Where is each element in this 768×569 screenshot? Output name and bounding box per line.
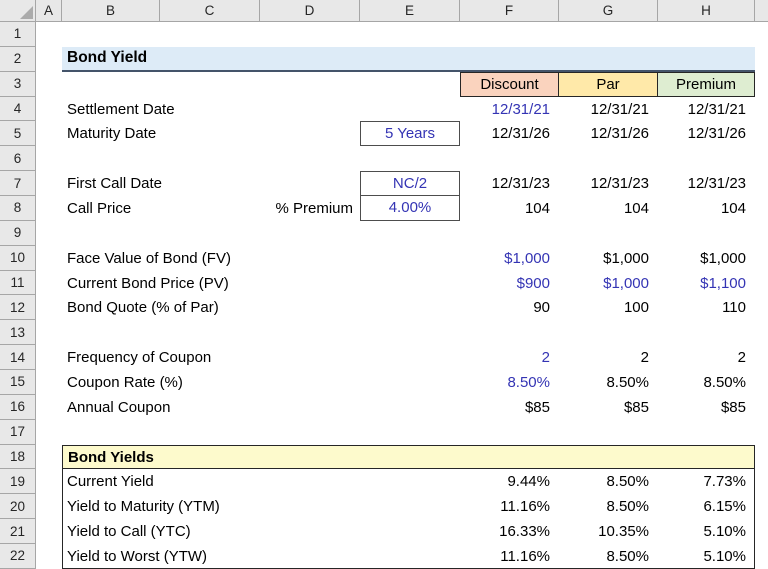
column-header-a[interactable]: A [36, 0, 62, 22]
cell-annual-coupon-label[interactable]: Annual Coupon [62, 395, 460, 420]
cell-maturity-input[interactable]: 5 Years [360, 121, 460, 146]
cell-maturity-date-label[interactable]: Maturity Date [62, 121, 360, 146]
row-header-18[interactable]: 18 [0, 445, 36, 470]
cell-coupon-frequency-label[interactable]: Frequency of Coupon [62, 345, 460, 370]
cell-ytw-premium[interactable]: 5.10% [658, 544, 755, 569]
case-header-premium[interactable]: Premium [657, 72, 755, 97]
cell-current-yield-discount[interactable]: 9.44% [460, 469, 559, 494]
column-header-f[interactable]: F [460, 0, 559, 22]
row-header-8[interactable]: 8 [0, 196, 36, 221]
row-header-7[interactable]: 7 [0, 171, 36, 196]
row-header-19[interactable]: 19 [0, 469, 36, 494]
column-header-d[interactable]: D [260, 0, 360, 22]
column-header-e[interactable]: E [360, 0, 460, 22]
row-header-14[interactable]: 14 [0, 345, 36, 370]
row-header-20[interactable]: 20 [0, 494, 36, 519]
cell-bond-price-discount[interactable]: $900 [460, 271, 559, 296]
cell-call-price-label[interactable]: Call Price [62, 196, 260, 221]
yields-section-title[interactable]: Bond Yields [62, 445, 755, 470]
select-all-corner[interactable] [0, 0, 36, 22]
cell-ytw-label[interactable]: Yield to Worst (YTW) [62, 544, 460, 569]
cell-settlement-date-par[interactable]: 12/31/21 [559, 97, 658, 122]
cell-ytc-premium[interactable]: 5.10% [658, 519, 755, 544]
cell-call-price-premium[interactable]: 104 [658, 196, 755, 221]
row-header-2[interactable]: 2 [0, 47, 36, 72]
row-header-6[interactable]: 6 [0, 146, 36, 171]
cell-ytc-discount[interactable]: 16.33% [460, 519, 559, 544]
cell-ytm-premium[interactable]: 6.15% [658, 494, 755, 519]
column-header-h[interactable]: H [658, 0, 755, 22]
cell-coupon-frequency-premium[interactable]: 2 [658, 345, 755, 370]
cell-annual-coupon-par[interactable]: $85 [559, 395, 658, 420]
cell-settlement-date-discount[interactable]: 12/31/21 [460, 97, 559, 122]
cell-settlement-date-label[interactable]: Settlement Date [62, 97, 460, 122]
cell-bond-quote-par[interactable]: 100 [559, 295, 658, 320]
row-header-15[interactable]: 15 [0, 370, 36, 395]
cell-maturity-date-par[interactable]: 12/31/26 [559, 121, 658, 146]
cell-first-call-date-par[interactable]: 12/31/23 [559, 171, 658, 196]
cell-face-value-par[interactable]: $1,000 [559, 246, 658, 271]
cell-ytc-label[interactable]: Yield to Call (YTC) [62, 519, 460, 544]
cell-bond-quote-discount[interactable]: 90 [460, 295, 559, 320]
cell-ytm-discount[interactable]: 11.16% [460, 494, 559, 519]
row-header-1[interactable]: 1 [0, 22, 36, 47]
row-header-17[interactable]: 17 [0, 420, 36, 445]
cell-current-yield-premium[interactable]: 7.73% [658, 469, 755, 494]
cell-coupon-rate-par[interactable]: 8.50% [559, 370, 658, 395]
cell-coupon-rate-label[interactable]: Coupon Rate (%) [62, 370, 460, 395]
cell-annual-coupon-premium[interactable]: $85 [658, 395, 755, 420]
row-header-13[interactable]: 13 [0, 320, 36, 345]
sheet-title[interactable]: Bond Yield [62, 47, 755, 72]
cell-maturity-date-premium[interactable]: 12/31/26 [658, 121, 755, 146]
column-header-partial [755, 0, 768, 22]
cell-current-yield-par[interactable]: 8.50% [559, 469, 658, 494]
cell-bond-price-label[interactable]: Current Bond Price (PV) [62, 271, 460, 296]
row-header-4[interactable]: 4 [0, 97, 36, 122]
row-header-21[interactable]: 21 [0, 519, 36, 544]
cell-call-price-par[interactable]: 104 [559, 196, 658, 221]
cell-current-yield-label[interactable]: Current Yield [62, 469, 460, 494]
cell-coupon-rate-discount[interactable]: 8.50% [460, 370, 559, 395]
cell-ytm-par[interactable]: 8.50% [559, 494, 658, 519]
cell-bond-quote-label[interactable]: Bond Quote (% of Par) [62, 295, 460, 320]
cell-coupon-rate-premium[interactable]: 8.50% [658, 370, 755, 395]
cell-ytw-discount[interactable]: 11.16% [460, 544, 559, 569]
row-header-10[interactable]: 10 [0, 246, 36, 271]
column-header-g[interactable]: G [559, 0, 658, 22]
cell-call-premium-input[interactable]: 4.00% [360, 195, 460, 221]
row-header-3[interactable]: 3 [0, 72, 36, 97]
row-header-11[interactable]: 11 [0, 271, 36, 296]
cell-settlement-date-premium[interactable]: 12/31/21 [658, 97, 755, 122]
case-header-par[interactable]: Par [558, 72, 658, 97]
cell-face-value-label[interactable]: Face Value of Bond (FV) [62, 246, 460, 271]
row-header-22[interactable]: 22 [0, 544, 36, 569]
cell-ytm-label[interactable]: Yield to Maturity (YTM) [62, 494, 460, 519]
cell-maturity-date-discount[interactable]: 12/31/26 [460, 121, 559, 146]
cell-call-price-discount[interactable]: 104 [460, 196, 559, 221]
cell-annual-coupon-discount[interactable]: $85 [460, 395, 559, 420]
cell-face-value-discount[interactable]: $1,000 [460, 246, 559, 271]
cell-face-value-premium[interactable]: $1,000 [658, 246, 755, 271]
row-header-9[interactable]: 9 [0, 221, 36, 246]
row-header-12[interactable]: 12 [0, 295, 36, 320]
cell-first-call-date-discount[interactable]: 12/31/23 [460, 171, 559, 196]
cell-bond-price-premium[interactable]: $1,100 [658, 271, 755, 296]
cell-ytw-par[interactable]: 8.50% [559, 544, 658, 569]
case-header-discount[interactable]: Discount [460, 72, 559, 97]
cell-coupon-frequency-par[interactable]: 2 [559, 345, 658, 370]
spreadsheet: A B C D E F G H 1 2 3 4 5 6 7 8 9 10 11 … [0, 0, 768, 569]
cell-bond-price-par[interactable]: $1,000 [559, 271, 658, 296]
cell-bond-quote-premium[interactable]: 110 [658, 295, 755, 320]
row-header-16[interactable]: 16 [0, 395, 36, 420]
cell-first-call-date-label[interactable]: First Call Date [62, 171, 360, 196]
row-header-5[interactable]: 5 [0, 121, 36, 146]
column-header-b[interactable]: B [62, 0, 160, 22]
cell-percent-premium-label[interactable]: % Premium [260, 196, 360, 221]
cell-first-call-date-premium[interactable]: 12/31/23 [658, 171, 755, 196]
select-all-triangle-icon [20, 6, 33, 19]
cell-first-call-input[interactable]: NC/2 [360, 171, 460, 196]
cell-coupon-frequency-discount[interactable]: 2 [460, 345, 559, 370]
cell-ytc-par[interactable]: 10.35% [559, 519, 658, 544]
column-header-c[interactable]: C [160, 0, 260, 22]
